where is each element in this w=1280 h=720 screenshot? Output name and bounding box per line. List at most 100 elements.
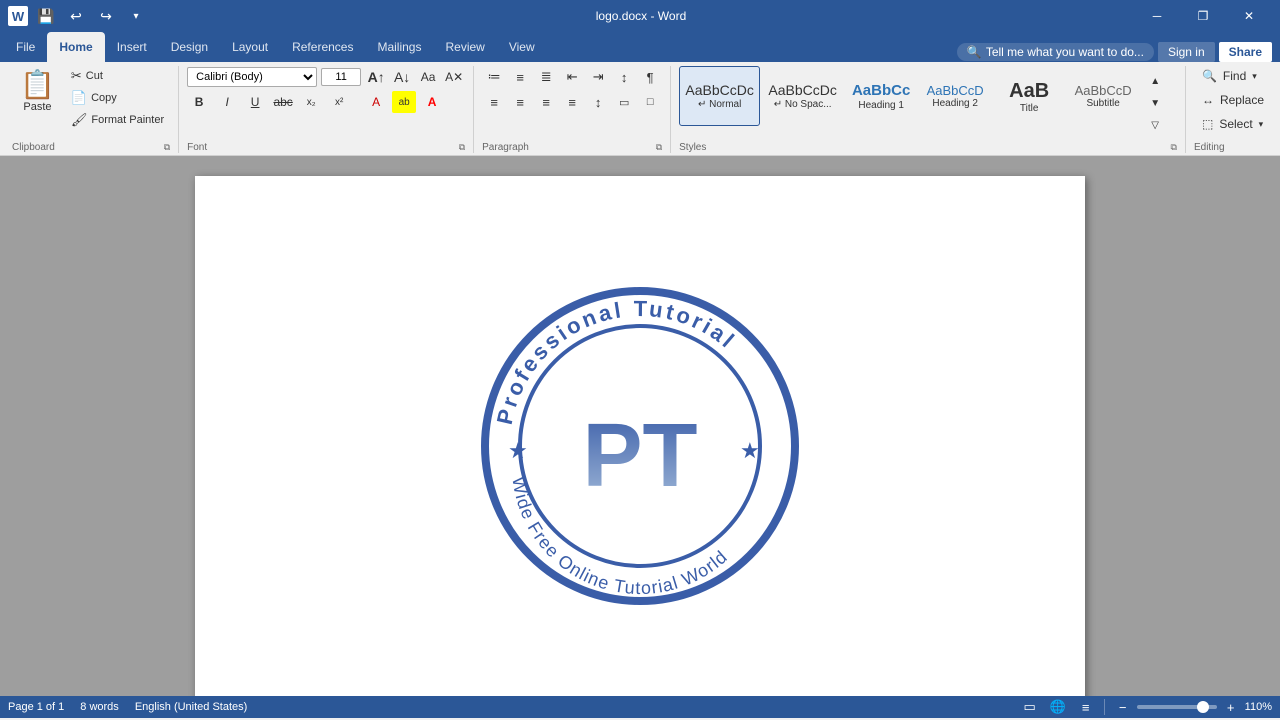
style-no-spacing[interactable]: AaBbCcDc ↵ No Spac...: [762, 66, 843, 126]
increase-indent-button[interactable]: ⇥: [586, 66, 610, 88]
document-page[interactable]: Professional Tutorial Wide Free Online T…: [195, 176, 1085, 696]
style-h1-label: Heading 1: [858, 100, 904, 111]
tab-review[interactable]: Review: [433, 32, 496, 62]
paragraph-expander[interactable]: ⧉: [656, 142, 662, 153]
tab-file[interactable]: File: [4, 32, 47, 62]
clear-format-button[interactable]: A✕: [443, 66, 465, 88]
subscript-button[interactable]: x₂: [299, 91, 323, 113]
status-bar: Page 1 of 1 8 words English (United Stat…: [0, 696, 1280, 718]
style-normal[interactable]: AaBbCcDc ↵ Normal: [679, 66, 760, 126]
close-button[interactable]: ✕: [1226, 0, 1272, 32]
document-title: logo.docx - Word: [148, 9, 1134, 23]
styles-expander[interactable]: ⧉: [1171, 142, 1177, 153]
change-case-button[interactable]: Aa: [417, 66, 439, 88]
zoom-in-button[interactable]: +: [1221, 697, 1241, 717]
align-left-button[interactable]: ≡: [482, 91, 506, 113]
tell-me-input[interactable]: 🔍 Tell me what you want to do...: [957, 43, 1154, 61]
minimize-button[interactable]: ─: [1134, 0, 1180, 32]
tab-mailings[interactable]: Mailings: [365, 32, 433, 62]
line-spacing-button[interactable]: ↕: [586, 91, 610, 113]
styles-more-button[interactable]: ▽: [1143, 114, 1167, 136]
tab-home[interactable]: Home: [47, 32, 104, 62]
paragraph-label: Paragraph ⧉: [482, 140, 662, 153]
font-size-input[interactable]: [321, 68, 361, 86]
customize-qat[interactable]: ▾: [124, 4, 148, 28]
clipboard-expander[interactable]: ⧉: [164, 142, 170, 153]
style-subtitle[interactable]: AaBbCcD Subtitle: [1067, 66, 1139, 126]
sign-in-button[interactable]: Sign in: [1158, 42, 1215, 62]
status-left: Page 1 of 1 8 words English (United Stat…: [8, 701, 247, 713]
styles-scroll-up[interactable]: ▲: [1143, 70, 1167, 92]
copy-button[interactable]: 📄 Copy: [65, 88, 170, 108]
print-layout-button[interactable]: ▭: [1020, 697, 1040, 717]
clipboard-label: Clipboard ⧉: [12, 140, 170, 153]
tab-design[interactable]: Design: [159, 32, 220, 62]
tab-insert[interactable]: Insert: [105, 32, 159, 62]
font-expander[interactable]: ⧉: [459, 142, 465, 153]
superscript-button[interactable]: x²: [327, 91, 351, 113]
font-color-button[interactable]: A: [420, 91, 444, 113]
select-button[interactable]: ⬚ Select ▾: [1194, 114, 1272, 134]
bullets-button[interactable]: ≔: [482, 66, 506, 88]
cut-button[interactable]: ✂ Cut: [65, 66, 170, 86]
undo-button[interactable]: ↩: [64, 4, 88, 28]
select-label: Select: [1219, 117, 1252, 131]
share-button[interactable]: Share: [1219, 42, 1272, 62]
multilevel-button[interactable]: ≣: [534, 66, 558, 88]
numbering-button[interactable]: ≡: [508, 66, 532, 88]
style-heading2[interactable]: AaBbCcD Heading 2: [919, 66, 991, 126]
replace-button[interactable]: ↔ Replace: [1194, 90, 1272, 110]
highlight-button[interactable]: ab: [392, 91, 416, 113]
header-right: 🔍 Tell me what you want to do... Sign in…: [957, 42, 1280, 62]
search-icon: 🔍: [1202, 69, 1217, 83]
text-effects-button[interactable]: A: [364, 91, 388, 113]
italic-button[interactable]: I: [215, 91, 239, 113]
editing-group: 🔍 Find ▾ ↔ Replace ⬚ Select ▾ Editing: [1186, 66, 1280, 153]
language: English (United States): [135, 701, 248, 713]
style-title[interactable]: AaB Title: [993, 66, 1065, 126]
font-family-select[interactable]: Calibri (Body): [187, 67, 317, 87]
style-nospace-label: ↵ No Spac...: [774, 99, 832, 110]
zoom-out-button[interactable]: −: [1113, 697, 1133, 717]
zoom-control: − + 110%: [1113, 697, 1272, 717]
align-right-button[interactable]: ≡: [534, 91, 558, 113]
decrease-indent-button[interactable]: ⇤: [560, 66, 584, 88]
logo-container: Professional Tutorial Wide Free Online T…: [450, 256, 830, 636]
replace-icon: ↔: [1202, 93, 1214, 107]
paste-button[interactable]: 📋 Paste: [12, 66, 63, 115]
grow-font-button[interactable]: A↑: [365, 66, 387, 88]
style-normal-preview: AaBbCcDc: [685, 82, 753, 99]
borders-button[interactable]: □: [638, 91, 662, 113]
tab-references[interactable]: References: [280, 32, 365, 62]
separator: [1104, 699, 1105, 715]
style-heading1[interactable]: AaBbCc Heading 1: [845, 66, 917, 126]
show-para-button[interactable]: ¶: [638, 66, 662, 88]
web-layout-button[interactable]: 🌐: [1048, 697, 1068, 717]
tell-me-text: Tell me what you want to do...: [986, 45, 1144, 59]
underline-button[interactable]: U: [243, 91, 267, 113]
sort-button[interactable]: ↕: [612, 66, 636, 88]
tab-view[interactable]: View: [497, 32, 547, 62]
window-controls: ─ ❐ ✕: [1134, 0, 1272, 32]
align-center-button[interactable]: ≡: [508, 91, 532, 113]
tab-layout[interactable]: Layout: [220, 32, 280, 62]
star-right: ★: [740, 438, 760, 463]
justify-button[interactable]: ≡: [560, 91, 584, 113]
font-row2: B I U abc x₂ x² A ab A: [187, 91, 465, 113]
redo-button[interactable]: ↪: [94, 4, 118, 28]
strikethrough-button[interactable]: abc: [271, 91, 295, 113]
styles-scroll-down[interactable]: ▼: [1143, 92, 1167, 114]
zoom-slider[interactable]: [1137, 705, 1217, 709]
clipboard-small-buttons: ✂ Cut 📄 Copy 🖌 Format Painter: [65, 66, 170, 130]
format-painter-button[interactable]: 🖌 Format Painter: [65, 110, 170, 130]
font-row1: Calibri (Body) A↑ A↓ Aa A✕: [187, 66, 465, 88]
restore-button[interactable]: ❐: [1180, 0, 1226, 32]
format-painter-label: Format Painter: [91, 114, 164, 126]
save-button[interactable]: 💾: [34, 4, 58, 28]
bold-button[interactable]: B: [187, 91, 211, 113]
shading-button[interactable]: ▭: [612, 91, 636, 113]
shrink-font-button[interactable]: A↓: [391, 66, 413, 88]
focus-button[interactable]: ≡: [1076, 697, 1096, 717]
para-row1: ≔ ≡ ≣ ⇤ ⇥ ↕ ¶: [482, 66, 662, 88]
find-button[interactable]: 🔍 Find ▾: [1194, 66, 1272, 86]
